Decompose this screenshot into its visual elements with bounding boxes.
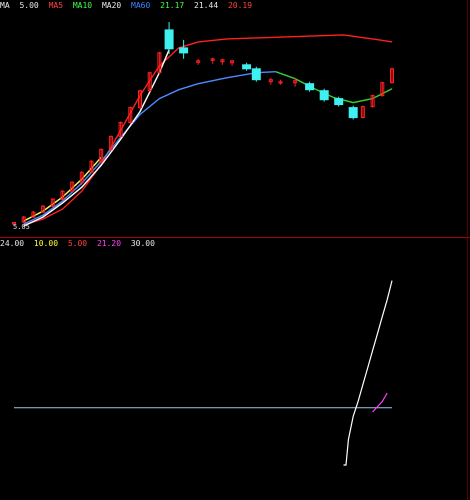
candle-body [334,98,344,106]
indicator-segment: 10.00 [33,239,59,248]
main-chart-header: MA 5.00 MA5 MA10 MA20 MA60 21.17 21.44 2… [0,0,470,12]
indicator-segment: 21.20 [96,239,122,248]
header-segment: 5.00 [19,1,39,10]
header-segment: 20.19 [227,1,253,10]
indicator-segment: 30.00 [130,239,155,248]
header-segment: MA5 [48,1,64,10]
header-segment: MA20 [101,1,122,10]
header-segment: 21.44 [194,1,219,10]
ma-line [23,34,393,226]
candle-body [319,90,329,101]
candle-body [348,107,358,119]
indicator-line [372,392,388,413]
header-segment: MA10 [72,1,93,10]
candle-body [179,47,189,54]
ma-line [23,49,170,227]
price-chart[interactable] [0,12,470,237]
indicator-segment: 5.00 [67,239,88,248]
header-segment: MA [0,1,10,10]
candle-body [251,68,261,81]
candle-body [164,29,174,50]
indicator-header: 24.00 10.00 5.00 21.20 30.00 [0,238,470,250]
header-segment: 21.17 [160,1,185,10]
indicator-line [343,280,393,466]
price-low-label: 5.05 [13,223,30,231]
candle-body [305,83,315,91]
stock-chart-window: MA 5.00 MA5 MA10 MA20 MA60 21.17 21.44 2… [0,0,470,500]
header-segment: MA60 [131,1,151,10]
indicator-segment: 24.00 [0,239,25,248]
ma-line [23,71,276,225]
frame-border [467,0,468,500]
candle-body [242,64,252,70]
indicator-chart[interactable] [0,250,470,500]
